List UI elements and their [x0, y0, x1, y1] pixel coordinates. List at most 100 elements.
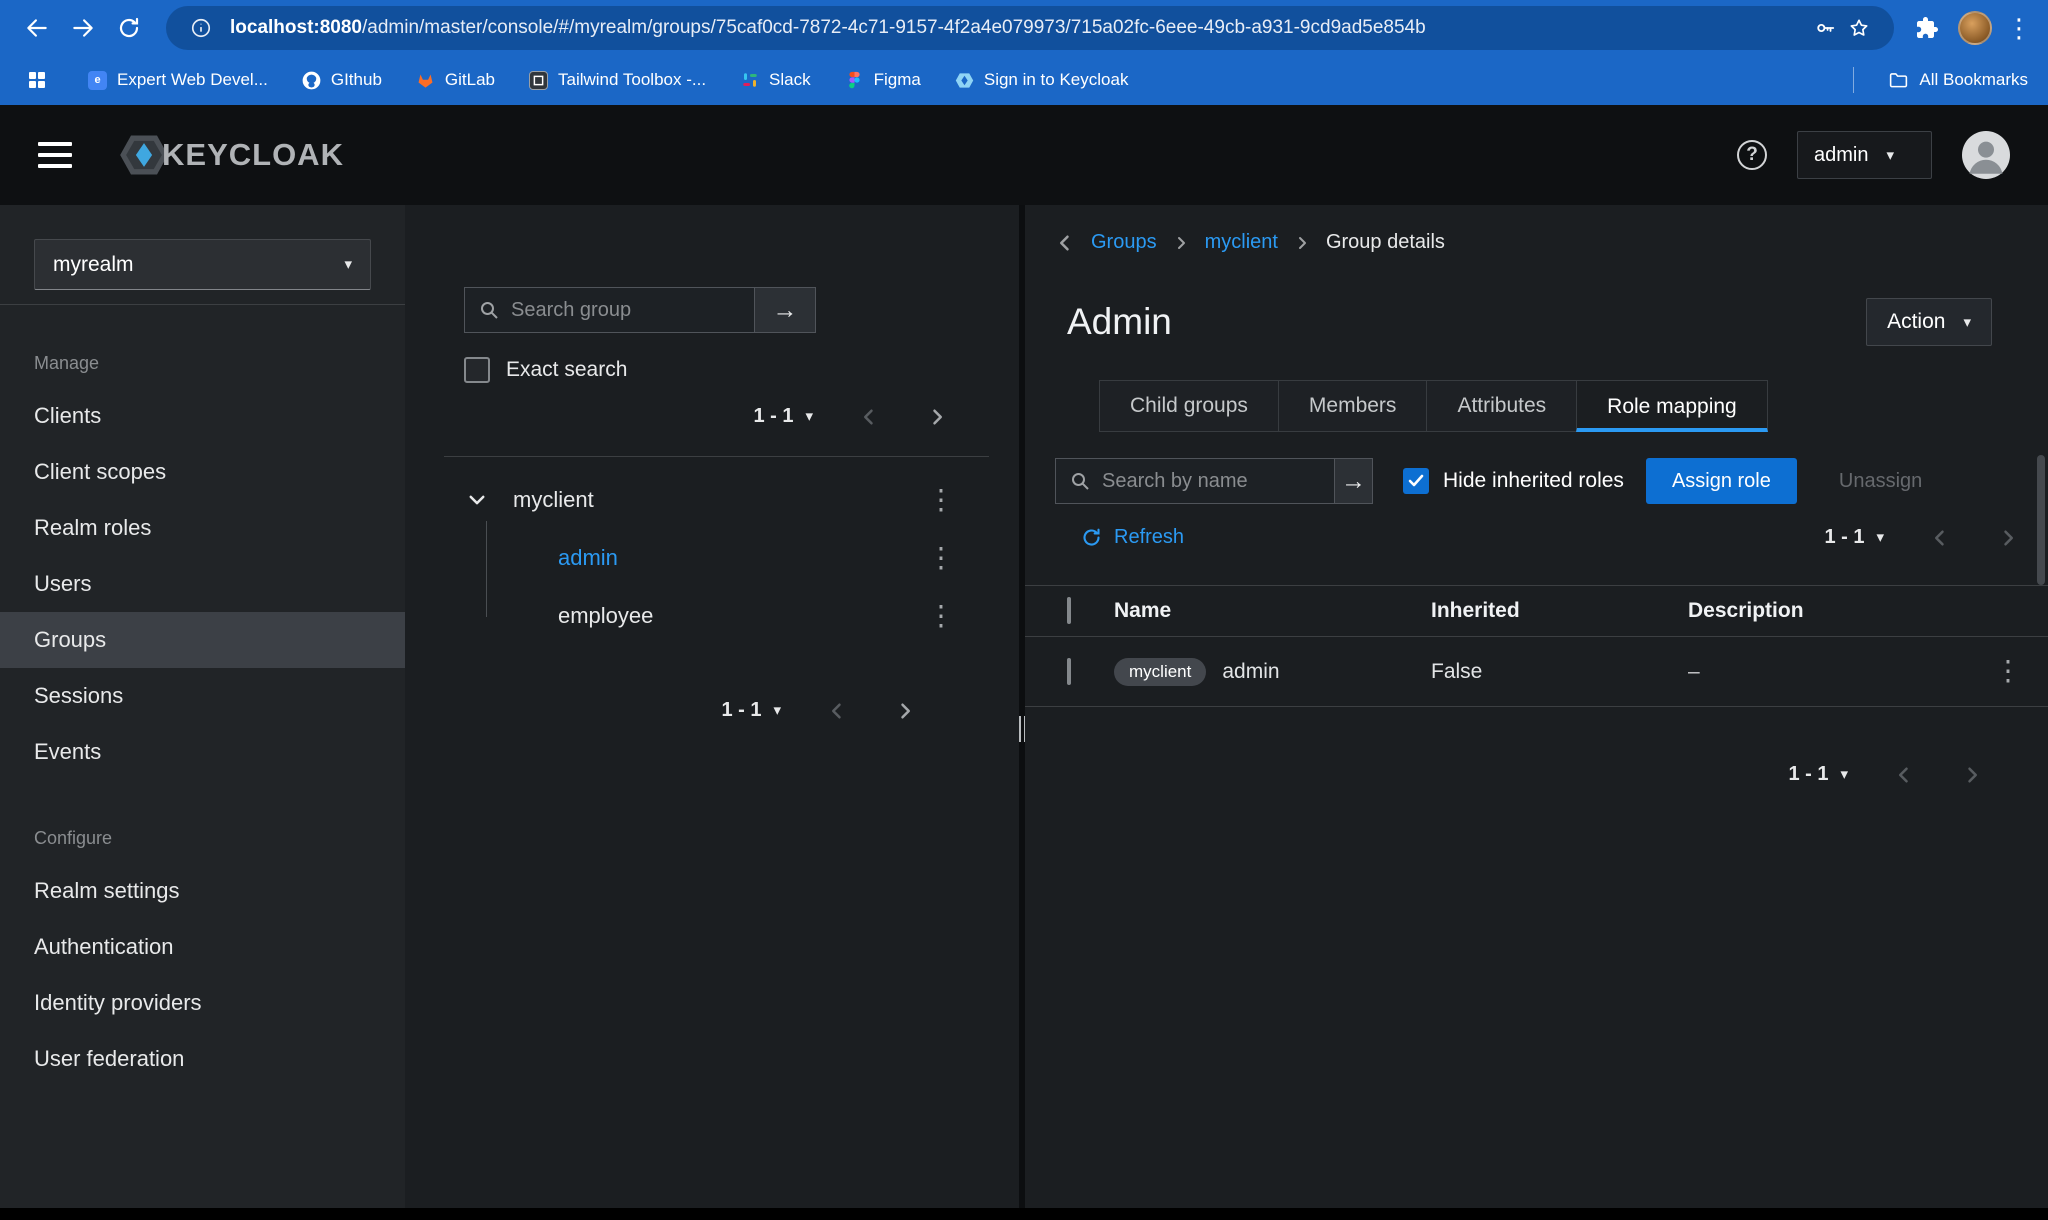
breadcrumb-myclient-link[interactable]: myclient — [1205, 231, 1278, 254]
column-header-description[interactable]: Description — [1688, 599, 1968, 623]
bookmark-expert-web[interactable]: e Expert Web Devel... — [88, 70, 268, 90]
breadcrumb-separator-icon — [1294, 235, 1310, 251]
tree-node-label[interactable]: admin — [558, 545, 618, 571]
browser-toolbar: localhost:8080/admin/master/console/#/my… — [0, 0, 2048, 55]
sidebar-item-authentication[interactable]: Authentication — [0, 919, 405, 975]
column-header-name[interactable]: Name — [1114, 599, 1431, 623]
group-search-submit-button[interactable]: → — [755, 287, 816, 333]
pagination-count[interactable]: 1 - 1 ▾ — [1824, 526, 1884, 549]
browser-profile-avatar[interactable] — [1958, 10, 1992, 45]
bookmark-gitlab[interactable]: GitLab — [416, 70, 495, 90]
hamburger-menu-icon[interactable] — [38, 142, 72, 168]
site-info-icon[interactable] — [184, 11, 218, 45]
back-icon[interactable] — [16, 7, 58, 49]
password-key-icon[interactable] — [1808, 11, 1842, 45]
reload-icon[interactable] — [108, 7, 150, 49]
folder-icon — [1888, 70, 1909, 91]
search-icon — [1070, 471, 1090, 491]
chevron-right-icon[interactable] — [927, 407, 947, 427]
sidebar-section-configure: Configure — [34, 828, 113, 848]
bookmark-github[interactable]: GIthub — [302, 70, 382, 90]
sidebar-item-sessions[interactable]: Sessions — [0, 668, 405, 724]
sidebar-item-groups[interactable]: Groups — [0, 612, 405, 668]
sidebar-item-events[interactable]: Events — [0, 724, 405, 780]
kebab-menu-icon[interactable]: ⋮ — [1994, 655, 2022, 686]
sidebar-item-users[interactable]: Users — [0, 556, 405, 612]
pagination-count[interactable]: 1 - 1 ▾ — [1788, 763, 1848, 786]
apps-grid-icon[interactable] — [20, 63, 54, 97]
pagination-count[interactable]: 1 - 1 ▾ — [753, 405, 813, 428]
bookmark-label: GitLab — [444, 70, 495, 89]
breadcrumb-groups-link[interactable]: Groups — [1091, 231, 1157, 254]
chevron-left-icon[interactable] — [859, 407, 879, 427]
all-bookmarks-button[interactable]: All Bookmarks — [1888, 70, 2028, 91]
realm-select[interactable]: myrealm ▾ — [34, 239, 371, 290]
groups-tree: myclient ⋮ admin ⋮ employee ⋮ — [405, 471, 1019, 645]
tab-role-mapping[interactable]: Role mapping — [1576, 380, 1768, 432]
chevron-left-icon[interactable] — [827, 701, 847, 721]
row-checkbox[interactable] — [1067, 657, 1071, 685]
extensions-icon[interactable] — [1910, 11, 1944, 45]
tab-members[interactable]: Members — [1277, 380, 1427, 432]
bookmark-label: Sign in to Keycloak — [983, 70, 1129, 89]
sidebar-item-clients[interactable]: Clients — [0, 388, 405, 444]
tree-node-admin[interactable]: admin ⋮ — [405, 529, 1019, 587]
kebab-menu-icon[interactable]: ⋮ — [927, 486, 955, 514]
bookmark-figma[interactable]: Figma — [845, 70, 921, 90]
code-favicon: e — [88, 70, 107, 90]
kebab-menu-icon[interactable]: ⋮ — [927, 602, 955, 630]
chevron-right-icon[interactable] — [1998, 528, 2018, 548]
pagination-range: 1 - 1 — [753, 405, 794, 427]
browser-menu-icon[interactable]: ⋮ — [2006, 15, 2032, 41]
chevron-left-icon[interactable] — [1894, 765, 1914, 785]
refresh-link[interactable]: Refresh — [1081, 526, 1184, 549]
pagination-count[interactable]: 1 - 1 ▾ — [721, 699, 781, 722]
role-mapping-toolbar: → Hide inherited roles Assign role Unass… — [1025, 458, 2048, 504]
tree-node-employee[interactable]: employee ⋮ — [405, 587, 1019, 645]
bookmark-star-icon[interactable] — [1842, 11, 1876, 45]
select-all-checkbox[interactable] — [1067, 597, 1071, 624]
sidebar-item-identity-providers[interactable]: Identity providers — [0, 975, 405, 1031]
tree-children: admin ⋮ employee ⋮ — [405, 521, 1019, 645]
tree-node-label[interactable]: myclient — [513, 487, 594, 513]
role-search-field[interactable] — [1055, 458, 1335, 504]
exact-search-checkbox[interactable] — [464, 357, 490, 383]
url-text: localhost:8080/admin/master/console/#/my… — [230, 17, 1808, 39]
tab-child-groups[interactable]: Child groups — [1099, 380, 1278, 432]
bookmark-keycloak[interactable]: Sign in to Keycloak — [955, 70, 1129, 90]
sidebar-item-realm-roles[interactable]: Realm roles — [0, 500, 405, 556]
tab-attributes[interactable]: Attributes — [1426, 380, 1577, 432]
user-avatar[interactable] — [1962, 131, 2010, 179]
role-search-submit-button[interactable]: → — [1335, 458, 1373, 504]
url-bar[interactable]: localhost:8080/admin/master/console/#/my… — [166, 5, 1894, 50]
unassign-button[interactable]: Unassign — [1839, 470, 1922, 493]
group-search-field[interactable] — [464, 287, 755, 333]
user-dropdown[interactable]: admin ▾ — [1797, 131, 1932, 179]
breadcrumb-back-icon[interactable] — [1055, 233, 1075, 253]
assign-role-button[interactable]: Assign role — [1645, 458, 1797, 504]
caret-down-icon: ▾ — [773, 702, 781, 719]
tree-node-myclient[interactable]: myclient ⋮ — [405, 471, 1019, 529]
arrow-right-icon: → — [1341, 466, 1366, 495]
role-search-input[interactable] — [1102, 469, 1320, 493]
chevron-down-icon[interactable] — [467, 490, 487, 510]
chevron-right-icon[interactable] — [895, 701, 915, 721]
group-search-input[interactable] — [511, 298, 740, 322]
hide-inherited-checkbox[interactable] — [1403, 468, 1429, 494]
column-header-inherited[interactable]: Inherited — [1431, 599, 1688, 623]
bookmark-tailwind-toolbox[interactable]: Tailwind Toolbox -... — [529, 70, 706, 90]
tree-node-label[interactable]: employee — [558, 603, 653, 629]
kebab-menu-icon[interactable]: ⋮ — [927, 544, 955, 572]
help-icon[interactable]: ? — [1737, 140, 1767, 170]
scrollbar-thumb[interactable] — [2037, 455, 2045, 585]
forward-icon[interactable] — [62, 7, 104, 49]
bookmark-slack[interactable]: Slack — [740, 70, 811, 90]
chevron-right-icon[interactable] — [1962, 765, 1982, 785]
sidebar-item-realm-settings[interactable]: Realm settings — [0, 863, 405, 919]
action-dropdown-button[interactable]: Action ▾ — [1866, 298, 1992, 346]
sidebar-item-client-scopes[interactable]: Client scopes — [0, 444, 405, 500]
refresh-row: Refresh 1 - 1 ▾ — [1025, 526, 2048, 549]
role-mapping-table: Name Inherited Description myclient admi… — [1025, 585, 2048, 707]
sidebar-item-user-federation[interactable]: User federation — [0, 1031, 405, 1087]
chevron-left-icon[interactable] — [1930, 528, 1950, 548]
